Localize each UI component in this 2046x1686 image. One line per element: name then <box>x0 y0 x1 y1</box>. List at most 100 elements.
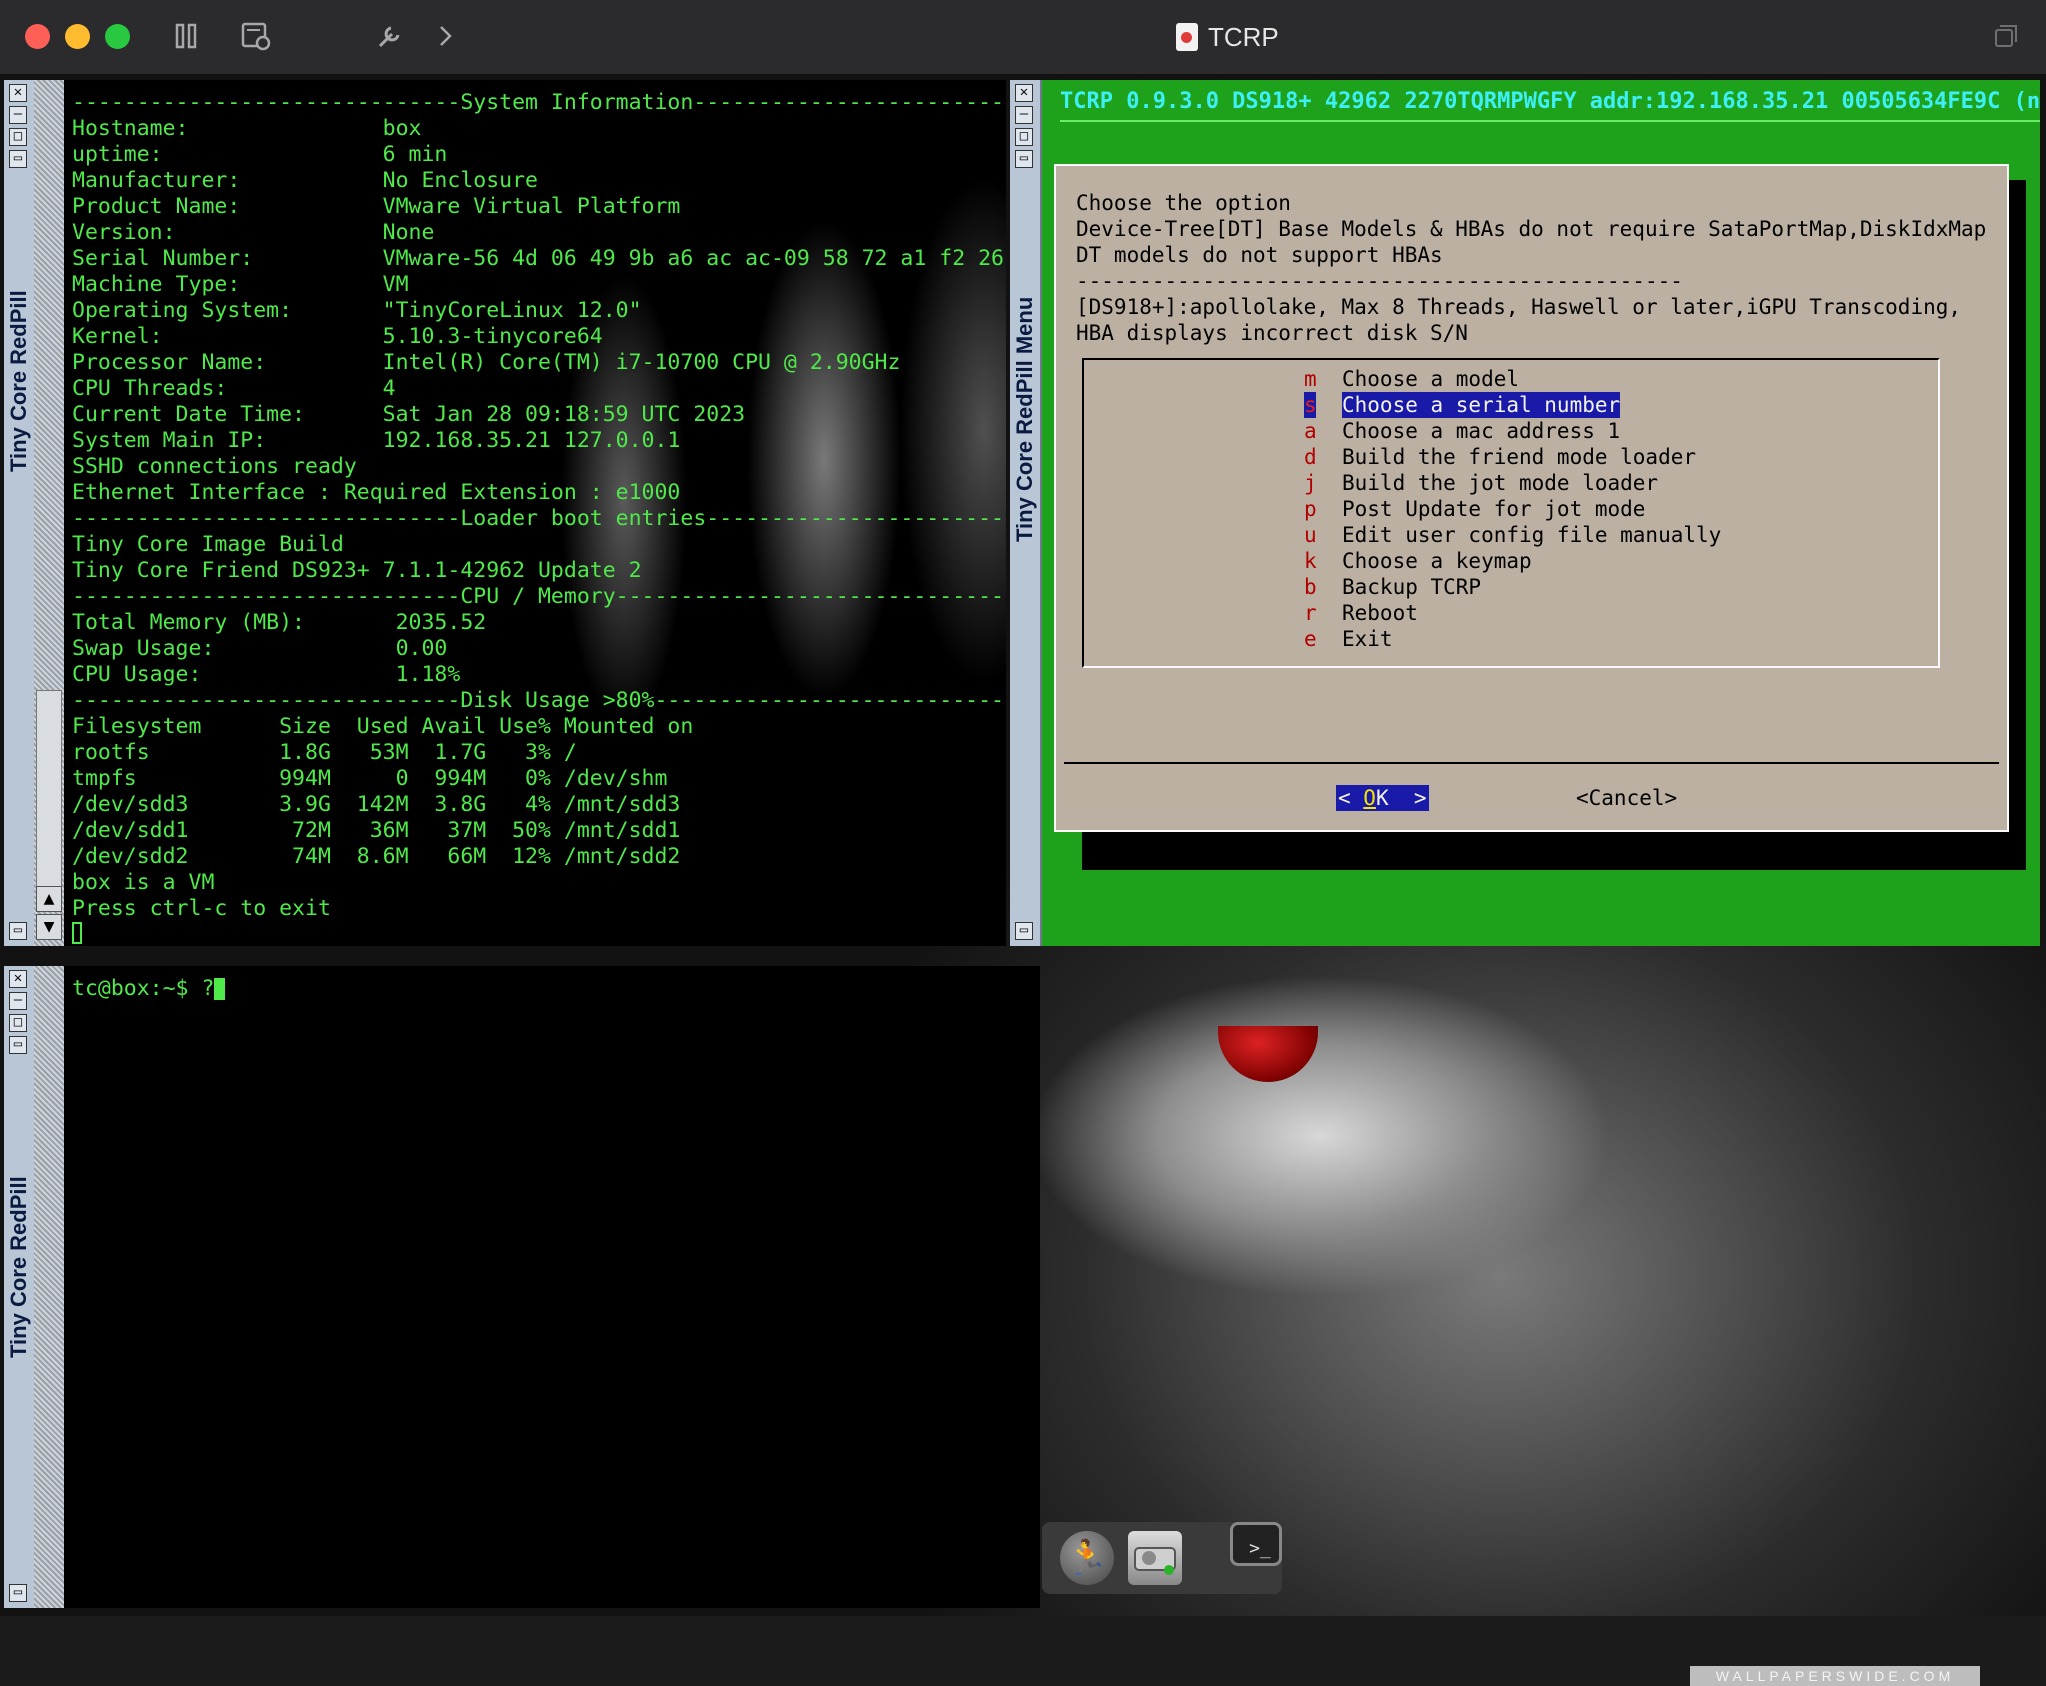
x11-close-button[interactable]: ✕ <box>9 84 27 102</box>
sysinfo-line: Kernel: 5.10.3-tinycore64 <box>72 324 603 349</box>
sysinfo-line: CPU Usage: 1.18% <box>72 662 461 687</box>
x11-shade-button[interactable]: ▭ <box>1015 150 1033 168</box>
snapshot-icon[interactable] <box>238 18 274 54</box>
menu-item-key: k <box>1304 549 1317 573</box>
sysinfo-line: Operating System: "TinyCoreLinux 12.0" <box>72 298 642 323</box>
pause-icon[interactable] <box>168 18 204 54</box>
sysinfo-line: box is a VM <box>72 870 215 895</box>
sysinfo-line: rootfs 1.8G 53M 1.7G 3% / <box>72 740 577 765</box>
sysinfo-window-bar[interactable]: ✕ – □ ▭ Tiny Core RedPill ▭ <box>4 80 36 946</box>
sysinfo-line: Filesystem Size Used Avail Use% Mounted … <box>72 714 694 739</box>
menu-item-p[interactable]: p Post Update for jot mode <box>1304 496 1645 522</box>
sysinfo-line: ------------------------------Loader boo… <box>72 506 1006 531</box>
x11-resize-button[interactable]: ▭ <box>1015 922 1033 940</box>
menu-window-title: Tiny Core RedPill Menu <box>1012 296 1037 542</box>
sysinfo-scrollbar[interactable]: ▲ ▼ <box>34 80 64 946</box>
sysinfo-window[interactable]: ✕ – □ ▭ Tiny Core RedPill ▭ ▲ ▼ --------… <box>4 80 1006 946</box>
sysinfo-line: /dev/sdd2 74M 8.6M 66M 12% /mnt/sdd2 <box>72 844 681 869</box>
menu-item-key: j <box>1304 471 1317 495</box>
menu-item-label: Choose a mac address 1 <box>1342 419 1621 443</box>
x11-resize-button[interactable]: ▭ <box>9 922 27 940</box>
x11-resize-button[interactable]: ▭ <box>9 1584 27 1602</box>
fullscreen-icon[interactable] <box>1988 18 2024 54</box>
menu-item-key: p <box>1304 497 1317 521</box>
dialog-separator <box>1064 762 1999 764</box>
menu-item-key: m <box>1304 367 1317 391</box>
x11-maximize-button[interactable]: □ <box>1015 128 1033 146</box>
sysinfo-line: SSHD connections ready <box>72 454 357 479</box>
sysinfo-line: Swap Usage: 0.00 <box>72 636 448 661</box>
menu-item-a[interactable]: a Choose a mac address 1 <box>1304 418 1620 444</box>
menu-item-key: a <box>1304 419 1317 443</box>
menu-item-s[interactable]: s Choose a serial number <box>1304 392 1621 418</box>
sysinfo-line: Version: None <box>72 220 435 245</box>
x11-maximize-button[interactable]: □ <box>9 1014 27 1032</box>
menu-item-u[interactable]: u Edit user config file manually <box>1304 522 1721 548</box>
menu-item-key: r <box>1304 601 1317 625</box>
terminal-cursor <box>72 922 82 944</box>
run-icon[interactable]: 🏃 <box>1060 1531 1114 1585</box>
window-titlebar: TCRP <box>0 0 2046 76</box>
shell-scrollbar[interactable] <box>34 966 64 1608</box>
disk-icon[interactable] <box>1128 1531 1182 1585</box>
menu-item-label: Build the friend mode loader <box>1342 445 1697 469</box>
menu-item-k[interactable]: k Choose a keymap <box>1304 548 1532 574</box>
menu-item-key: b <box>1304 575 1317 599</box>
menu-item-label: Post Update for jot mode <box>1342 497 1646 521</box>
shell-terminal[interactable]: tc@box:~$ ? <box>64 966 1040 1608</box>
minimize-button[interactable] <box>65 24 90 49</box>
menu-item-e[interactable]: e Exit <box>1304 626 1393 652</box>
sysinfo-terminal[interactable]: ------------------------------System Inf… <box>64 80 1006 946</box>
menu-item-key: d <box>1304 445 1317 469</box>
tcrp-dialog: Choose the option Device-Tree[DT] Base M… <box>1054 164 2009 832</box>
zoom-button[interactable] <box>105 24 130 49</box>
sysinfo-line: ------------------------------Disk Usage… <box>72 688 1006 713</box>
x11-iconify-button[interactable]: – <box>1015 106 1033 124</box>
sysinfo-line: Total Memory (MB): 2035.52 <box>72 610 487 635</box>
sysinfo-line: System Main IP: 192.168.35.21 127.0.0.1 <box>72 428 681 453</box>
x11-close-button[interactable]: ✕ <box>9 970 27 988</box>
x11-close-button[interactable]: ✕ <box>1015 84 1033 102</box>
dialog-text: Choose the option Device-Tree[DT] Base M… <box>1076 191 1987 345</box>
shell-window-bar[interactable]: ✕ – □ ▭ Tiny Core RedPill ▭ <box>4 966 36 1608</box>
sysinfo-window-title: Tiny Core RedPill <box>6 290 31 472</box>
chevron-right-icon[interactable] <box>428 18 464 54</box>
menu-item-label: Choose a serial number <box>1342 392 1621 418</box>
menu-item-r[interactable]: r Reboot <box>1304 600 1418 626</box>
menu-item-b[interactable]: b Backup TCRP <box>1304 574 1481 600</box>
menu-item-label: Edit user config file manually <box>1342 523 1722 547</box>
menu-item-key: s <box>1304 392 1317 418</box>
terminal-icon[interactable]: >_ <box>1230 1522 1282 1566</box>
menu-item-label: Build the jot mode loader <box>1342 471 1659 495</box>
menu-list: m Choose a model s Choose a serial number a C… <box>1082 358 1940 668</box>
x11-iconify-button[interactable]: – <box>9 992 27 1010</box>
sysinfo-line: Manufacturer: No Enclosure <box>72 168 538 193</box>
x11-shade-button[interactable]: ▭ <box>9 150 27 168</box>
x11-maximize-button[interactable]: □ <box>9 128 27 146</box>
ok-button[interactable]: < OK > <box>1336 785 1429 811</box>
shell-window[interactable]: ✕ – □ ▭ Tiny Core RedPill ▭ tc@box:~$ ? <box>4 966 1040 1608</box>
document-icon <box>1176 23 1198 51</box>
menu-window-bar[interactable]: ✕ – □ ▭ Tiny Core RedPill Menu ▭ <box>1010 80 1042 946</box>
menu-item-label: Exit <box>1342 627 1393 651</box>
window-title: TCRP <box>1176 18 1279 56</box>
cancel-button[interactable]: <Cancel> <box>1576 785 1677 811</box>
x11-iconify-button[interactable]: – <box>9 106 27 124</box>
menu-item-d[interactable]: d Build the friend mode loader <box>1304 444 1696 470</box>
sysinfo-line: Press ctrl-c to exit <box>72 896 331 921</box>
terminal-cursor <box>214 978 226 1000</box>
scroll-up-icon[interactable]: ▲ <box>36 886 62 912</box>
scroll-down-icon[interactable]: ▼ <box>36 914 62 940</box>
menu-window[interactable]: ✕ – □ ▭ Tiny Core RedPill Menu ▭ TCRP 0.… <box>1010 80 2040 946</box>
close-button[interactable] <box>25 24 50 49</box>
menu-item-m[interactable]: m Choose a model <box>1304 366 1519 392</box>
shell-prompt-line: tc@box:~$ ? <box>72 976 1040 1002</box>
wrench-icon[interactable] <box>372 18 408 54</box>
x11-shade-button[interactable]: ▭ <box>9 1036 27 1054</box>
menu-item-j[interactable]: j Build the jot mode loader <box>1304 470 1658 496</box>
scrollbar-thumb[interactable] <box>36 690 62 890</box>
menu-item-key: u <box>1304 523 1317 547</box>
menu-item-key: e <box>1304 627 1317 651</box>
sysinfo-line: Serial Number: VMware-56 4d 06 49 9b a6 … <box>72 246 1006 271</box>
sysinfo-line: /dev/sdd1 72M 36M 37M 50% /mnt/sdd1 <box>72 818 681 843</box>
